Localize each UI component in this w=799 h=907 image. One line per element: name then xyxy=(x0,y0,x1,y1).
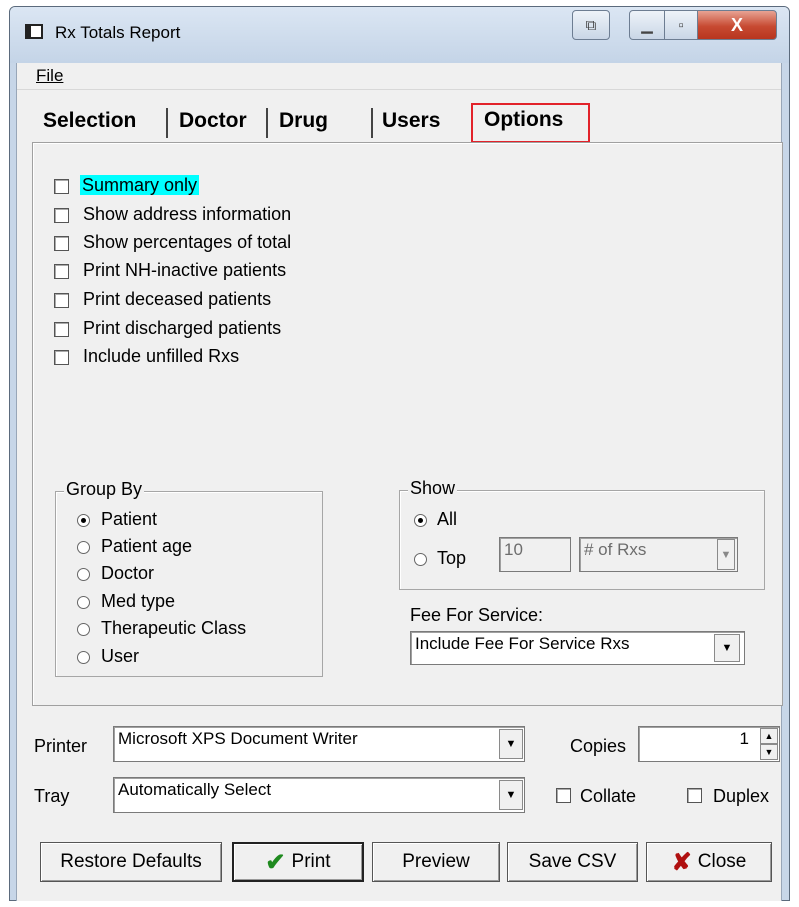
copies-value: 1 xyxy=(739,729,749,748)
copies-input[interactable]: 1 xyxy=(638,726,780,762)
tab-divider xyxy=(266,108,268,138)
print-discharged-checkbox[interactable] xyxy=(54,322,69,337)
print-nh-inactive-checkbox[interactable] xyxy=(54,264,69,279)
tray-label: Tray xyxy=(34,786,70,806)
chevron-up-icon[interactable]: ▲ xyxy=(760,728,778,744)
chevron-down-icon[interactable]: ▼ xyxy=(760,744,778,760)
restore-icon[interactable]: ⧉ xyxy=(572,10,610,40)
show-title: Show xyxy=(408,478,458,499)
print-deceased-label[interactable]: Print deceased patients xyxy=(83,289,271,310)
tab-divider xyxy=(371,108,373,138)
group-by-user-label[interactable]: User xyxy=(101,646,139,667)
show-percentages-checkbox[interactable] xyxy=(54,236,69,251)
menu-file-label: File xyxy=(36,66,64,85)
group-by-title: Group By xyxy=(64,479,145,500)
copies-stepper[interactable]: ▲ ▼ xyxy=(760,728,778,760)
show-percentages-label[interactable]: Show percentages of total xyxy=(83,232,291,253)
close-window-button[interactable]: X xyxy=(697,10,777,40)
close-button[interactable]: ✘ Close xyxy=(646,842,772,882)
printer-select[interactable]: Microsoft XPS Document Writer xyxy=(113,726,525,762)
window-icon xyxy=(25,24,43,39)
window-title: Rx Totals Report xyxy=(55,23,181,42)
group-by-patient-age-label[interactable]: Patient age xyxy=(101,536,192,557)
show-all-radio[interactable] xyxy=(414,514,427,527)
top-count-input[interactable]: 10 xyxy=(499,537,571,572)
preview-label: Preview xyxy=(402,851,470,872)
group-by-patient-radio[interactable] xyxy=(77,514,90,527)
tray-select[interactable]: Automatically Select xyxy=(113,777,525,813)
duplex-label[interactable]: Duplex xyxy=(713,786,769,807)
tray-value: Automatically Select xyxy=(118,780,272,799)
group-by-therapeutic-class-radio[interactable] xyxy=(77,623,90,636)
group-by-patient-label[interactable]: Patient xyxy=(101,509,157,530)
print-label: Print xyxy=(291,851,331,872)
save-csv-button[interactable]: Save CSV xyxy=(507,842,638,882)
show-top-label[interactable]: Top xyxy=(437,548,466,569)
collate-label[interactable]: Collate xyxy=(580,786,636,807)
top-metric-value: # of Rxs xyxy=(584,540,647,559)
minimize-button[interactable]: ▁ xyxy=(629,10,665,40)
print-discharged-label[interactable]: Print discharged patients xyxy=(83,318,281,339)
duplex-checkbox[interactable] xyxy=(687,788,702,803)
group-by-doctor-label[interactable]: Doctor xyxy=(101,563,154,584)
group-by-patient-age-radio[interactable] xyxy=(77,541,90,554)
top-metric-select[interactable]: # of Rxs xyxy=(579,537,738,572)
maximize-button[interactable]: ▫ xyxy=(664,10,698,40)
show-address-checkbox[interactable] xyxy=(54,208,69,223)
restore-defaults-button[interactable]: Restore Defaults xyxy=(40,842,222,882)
preview-button[interactable]: Preview xyxy=(372,842,500,882)
printer-label: Printer xyxy=(34,736,88,756)
chevron-down-icon[interactable]: ▼ xyxy=(714,634,740,662)
tab-doctor[interactable]: Doctor xyxy=(179,109,247,133)
group-by-med-type-radio[interactable] xyxy=(77,596,90,609)
menu-file[interactable]: File xyxy=(36,66,63,86)
printer-value: Microsoft XPS Document Writer xyxy=(118,729,358,748)
restore-defaults-label: Restore Defaults xyxy=(60,851,202,872)
summary-only-label[interactable]: Summary only xyxy=(80,175,200,196)
print-deceased-checkbox[interactable] xyxy=(54,293,69,308)
tab-divider xyxy=(166,108,168,138)
summary-only-checkbox[interactable] xyxy=(54,179,69,194)
group-by-doctor-radio[interactable] xyxy=(77,568,90,581)
include-unfilled-label[interactable]: Include unfilled Rxs xyxy=(83,346,239,367)
group-by-therapeutic-class-label[interactable]: Therapeutic Class xyxy=(101,618,246,639)
group-by-med-type-label[interactable]: Med type xyxy=(101,591,175,612)
tab-drug[interactable]: Drug xyxy=(279,109,328,133)
copies-label: Copies xyxy=(570,736,627,756)
print-nh-inactive-label[interactable]: Print NH-inactive patients xyxy=(83,260,286,281)
show-top-radio[interactable] xyxy=(414,553,427,566)
menu-bar xyxy=(17,64,781,90)
collate-checkbox[interactable] xyxy=(556,788,571,803)
close-label: Close xyxy=(697,851,747,872)
save-csv-label: Save CSV xyxy=(528,851,617,872)
tab-selection[interactable]: Selection xyxy=(43,109,136,133)
include-unfilled-checkbox[interactable] xyxy=(54,350,69,365)
print-button[interactable]: ✔ Print xyxy=(232,842,364,882)
chevron-down-icon[interactable]: ▼ xyxy=(499,780,523,810)
tab-options[interactable]: Options xyxy=(484,108,563,132)
chevron-down-icon[interactable]: ▼ xyxy=(499,729,523,759)
show-all-label[interactable]: All xyxy=(437,509,457,530)
fee-for-service-label: Fee For Service: xyxy=(410,605,544,625)
group-by-groupbox xyxy=(55,491,323,677)
group-by-user-radio[interactable] xyxy=(77,651,90,664)
show-address-label[interactable]: Show address information xyxy=(83,204,291,225)
fee-for-service-select[interactable]: Include Fee For Service Rxs xyxy=(410,631,745,665)
top-count-value: 10 xyxy=(504,540,523,559)
chevron-down-icon[interactable]: ▼ xyxy=(717,539,735,570)
checkmark-icon: ✔ xyxy=(265,848,286,876)
tab-users[interactable]: Users xyxy=(382,109,440,133)
fee-for-service-value: Include Fee For Service Rxs xyxy=(415,634,630,653)
close-x-icon: ✘ xyxy=(671,848,692,876)
